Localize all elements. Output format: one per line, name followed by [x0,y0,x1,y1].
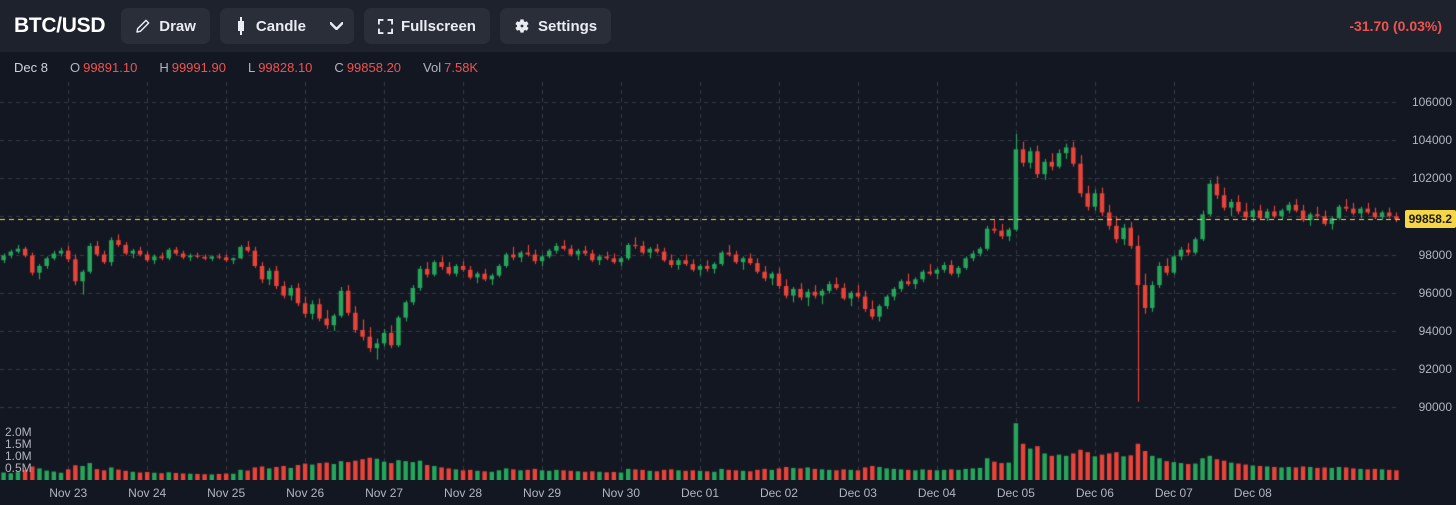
price-axis-label: 90000 [1418,400,1452,415]
price-axis[interactable]: 1060001040001020001000009800096000940009… [1400,82,1456,480]
date-axis-label: Dec 02 [759,486,798,500]
ohlc-date: Dec 8 [14,59,48,75]
ohlc-info-bar: Dec 8 O 99891.10 H 99991.90 L 99828.10 C 998… [0,52,1456,82]
date-axis-label: Nov 26 [286,486,325,500]
price-axis-label: 96000 [1418,285,1452,300]
settings-button[interactable]: Settings [499,8,612,44]
fullscreen-icon [377,18,393,34]
ohlc-high-value: 99991.90 [171,59,226,75]
ohlc-high: H 99991.90 [159,60,226,75]
chevron-down-icon [330,22,344,30]
candle-button[interactable]: Candle [220,8,320,44]
candlestick-canvas[interactable] [0,82,1400,480]
chart-area[interactable]: 1060001040001020001000009800096000940009… [0,82,1456,505]
ohlc-volume-value: 7.58K [444,59,479,75]
date-axis-label: Nov 29 [523,486,562,500]
ohlc-low: L 99828.10 [248,60,312,75]
price-axis-label: 102000 [1411,171,1452,186]
chart-type-dropdown-toggle[interactable] [320,8,354,44]
price-axis-label: 92000 [1418,362,1452,377]
date-axis-label: Nov 23 [49,486,88,500]
candle-icon [234,17,248,35]
date-axis-label: Nov 25 [207,486,246,500]
date-axis-label: Dec 01 [680,486,720,500]
ohlc-high-key: H [159,59,169,75]
draw-label: Draw [159,17,196,35]
current-price-tag: 99858.2 [1404,209,1456,228]
gear-icon [514,18,530,34]
chart-type-group: Candle [219,8,354,44]
ohlc-open-key: O [69,59,81,75]
ohlc-open: O 99891.10 [70,60,137,75]
ohlc-close-value: 99858.20 [346,59,402,75]
price-axis-label: 94000 [1418,323,1452,338]
ohlc-volume-key: Vol [423,59,442,75]
date-axis[interactable]: Nov 23 Nov 24 Nov 25 Nov 26 Nov 27 Nov 28 Nov … [0,480,1400,505]
date-axis-label: Dec 05 [996,486,1035,500]
date-axis-label: Nov 28 [444,486,483,500]
ohlc-volume: Vol 7.58K [423,60,478,75]
draw-button[interactable]: Draw [121,8,210,44]
pencil-icon [135,18,151,34]
candle-label: Candle [255,17,306,35]
ohlc-low-key: L [247,59,256,75]
fullscreen-button[interactable]: Fullscreen [363,8,490,44]
price-axis-label: 98000 [1418,247,1452,262]
date-axis-label: Dec 03 [838,486,877,500]
ohlc-close-key: C [334,59,344,75]
volume-axis-label: 0.5M [5,460,32,475]
date-axis-label: Dec 07 [1154,486,1193,500]
toolbar: BTC/USD Draw Candle Fullscreen Settings … [0,0,1456,52]
date-axis-label: Nov 30 [602,486,641,500]
date-axis-label: Dec 04 [917,486,956,500]
settings-label: Settings [537,17,598,35]
price-axis-label: 106000 [1411,94,1452,109]
date-axis-label: Nov 24 [128,486,167,500]
ohlc-low-value: 99828.10 [258,59,313,75]
price-axis-label: 104000 [1411,132,1452,147]
date-axis-label: Dec 06 [1075,486,1114,500]
date-axis-label: Nov 27 [365,486,404,500]
price-change-indicator: -31.70 (0.03%) [1349,18,1442,34]
fullscreen-label: Fullscreen [400,17,476,35]
date-axis-label: Dec 08 [1233,486,1272,500]
symbol-title: BTC/USD [14,14,106,37]
ohlc-close: C 99858.20 [334,60,401,75]
ohlc-open-value: 99891.10 [83,59,138,75]
